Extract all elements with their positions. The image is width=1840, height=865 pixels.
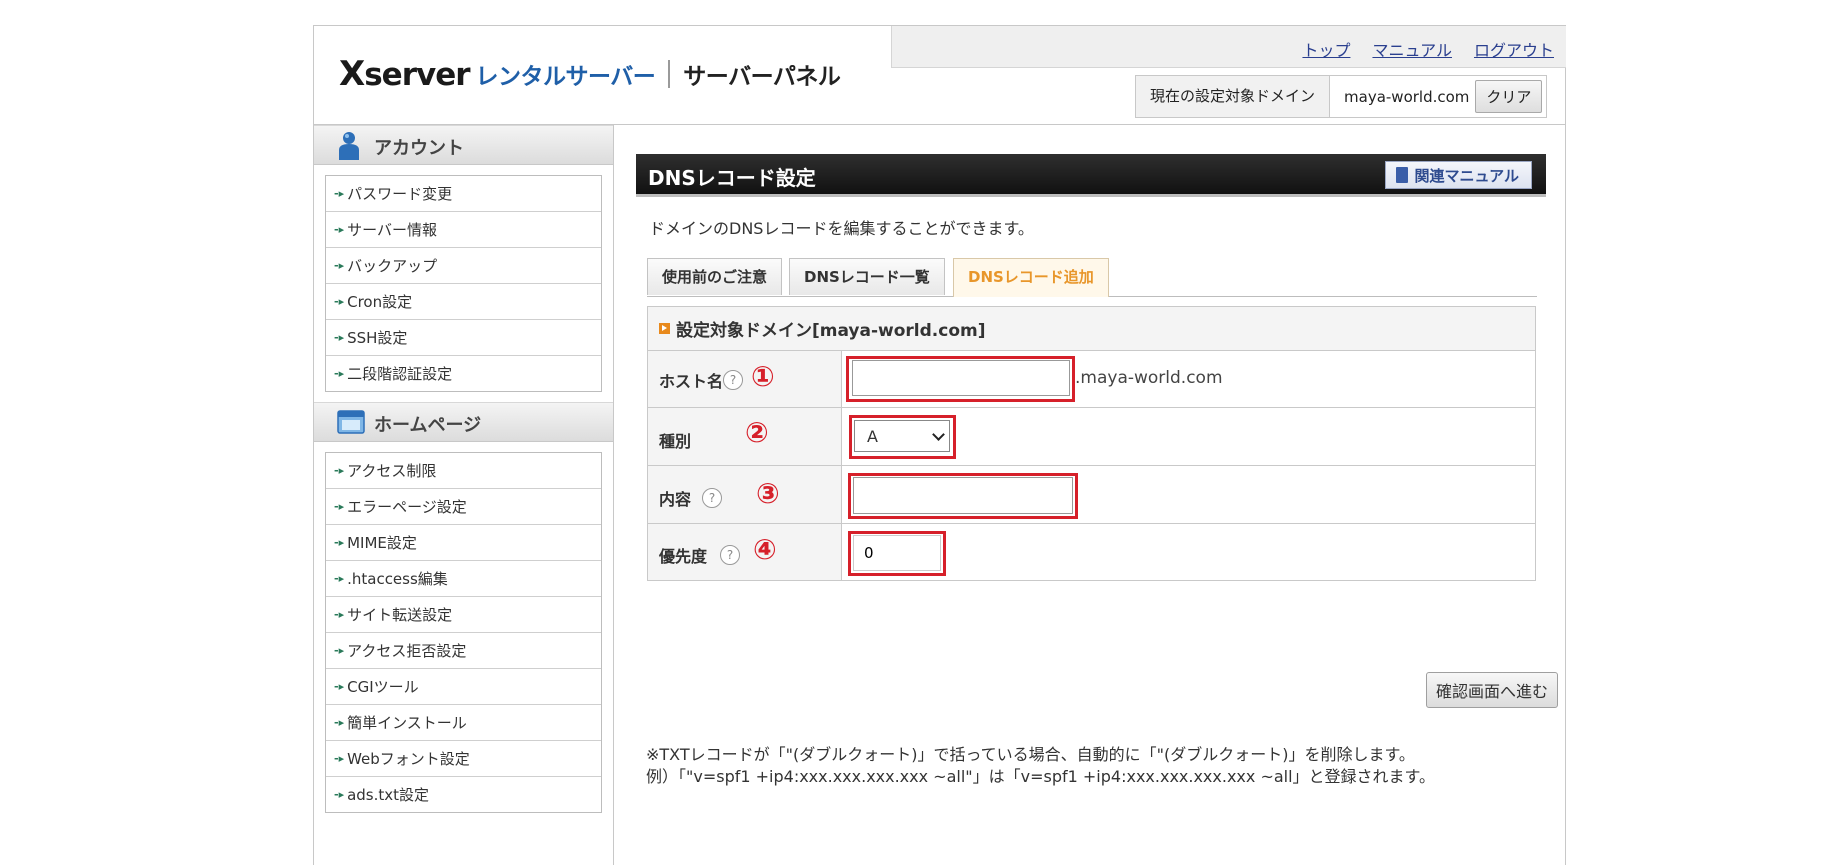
content-input[interactable]	[853, 477, 1073, 514]
arrow-icon: -▸	[334, 680, 345, 693]
page-title: DNSレコード設定	[648, 166, 816, 190]
sidebar-account-menu: -▸ パスワード変更 -▸ サーバー情報 -▸ バックアップ -▸ Cron設定 -▸ S…	[325, 175, 602, 392]
play-marker-icon	[659, 323, 670, 334]
label-priority: 優先度 ? ④	[648, 524, 842, 580]
sidebar-homepage-menu: -▸ アクセス制限 -▸ エラーページ設定 -▸ MIME設定 -▸ .htaccess…	[325, 452, 602, 813]
help-icon[interactable]: ?	[720, 545, 740, 565]
main-content: DNSレコード設定 関連マニュアル ドメインのDNSレコードを編集することができ…	[614, 125, 1565, 865]
step-number-4: ④	[753, 533, 777, 566]
help-icon[interactable]: ?	[723, 370, 743, 390]
arrow-icon: -▸	[334, 536, 345, 549]
sidebar-item-access-deny[interactable]: -▸ アクセス拒否設定	[326, 633, 601, 669]
sidebar-item-site-redirect[interactable]: -▸ サイト転送設定	[326, 597, 601, 633]
header: Xserver レンタルサーバー サーバーパネル トップ マニュアル ログアウト…	[314, 26, 1566, 125]
related-manual-button[interactable]: 関連マニュアル	[1385, 161, 1532, 189]
sidebar-section-account-title: アカウント	[374, 138, 464, 159]
sidebar-item-ads-txt[interactable]: -▸ ads.txt設定	[326, 777, 601, 812]
book-icon	[1396, 167, 1409, 183]
arrow-icon: -▸	[334, 572, 345, 585]
tab-dns-record-list[interactable]: DNSレコード一覧	[789, 258, 945, 295]
step-number-1: ①	[751, 360, 775, 393]
logo-rental: レンタルサーバー	[475, 64, 656, 90]
value-type: A	[842, 408, 1535, 465]
txt-record-note: ※TXTレコードが「"(ダブルクォート)」で括っている場合、自動的に「"(ダブル…	[646, 744, 1435, 788]
arrow-icon: -▸	[334, 464, 345, 477]
label-type: 種別 ②	[648, 408, 842, 465]
sidebar-item-password[interactable]: -▸ パスワード変更	[326, 176, 601, 212]
proceed-to-confirm-button[interactable]: 確認画面へ進む	[1426, 672, 1559, 708]
arrow-icon: -▸	[334, 259, 345, 272]
sidebar-item-cron[interactable]: -▸ Cron設定	[326, 284, 601, 320]
dns-record-form: 設定対象ドメイン[maya-world.com] ホスト名 ? ① .maya-…	[647, 306, 1536, 581]
window-icon	[336, 408, 366, 440]
sidebar-item-mime[interactable]: -▸ MIME設定	[326, 525, 601, 561]
clear-button[interactable]: クリア	[1475, 80, 1543, 113]
current-domain-value: maya-world.com	[1344, 87, 1470, 106]
tab-bar: 使用前のご注意 DNSレコード一覧 DNSレコード追加	[647, 258, 1537, 297]
value-hostname: .maya-world.com	[842, 351, 1535, 407]
hostname-input[interactable]	[852, 360, 1070, 396]
sidebar-item-backup[interactable]: -▸ バックアップ	[326, 248, 601, 284]
priority-input[interactable]	[853, 535, 941, 571]
arrow-icon: -▸	[334, 716, 345, 729]
arrow-icon: -▸	[334, 752, 345, 765]
arrow-icon: -▸	[334, 223, 345, 236]
top-nav-bar: トップ マニュアル ログアウト	[891, 26, 1566, 68]
row-priority: 優先度 ? ④	[648, 524, 1535, 580]
sidebar-item-access-restriction[interactable]: -▸ アクセス制限	[326, 453, 601, 489]
logo-separator	[668, 60, 671, 88]
note-line-2: 例）「"v=spf1 +ip4:xxx.xxx.xxx.xxx ~all"」は「…	[646, 767, 1435, 786]
help-icon[interactable]: ?	[702, 488, 722, 508]
top-nav: トップ マニュアル ログアウト	[1302, 37, 1554, 61]
arrow-icon: -▸	[334, 500, 345, 513]
value-priority	[842, 524, 1535, 580]
sidebar-item-cgi-tool[interactable]: -▸ CGIツール	[326, 669, 601, 705]
arrow-icon: -▸	[334, 644, 345, 657]
control-panel-frame: Xserver レンタルサーバー サーバーパネル トップ マニュアル ログアウト…	[313, 25, 1566, 865]
arrow-icon: -▸	[334, 295, 345, 308]
note-line-1: ※TXTレコードが「"(ダブルクォート)」で括っている場合、自動的に「"(ダブル…	[646, 745, 1415, 764]
page-title-bar: DNSレコード設定 関連マニュアル	[636, 154, 1546, 197]
sidebar-item-web-font[interactable]: -▸ Webフォント設定	[326, 741, 601, 777]
arrow-icon: -▸	[334, 331, 345, 344]
step-number-2: ②	[745, 416, 769, 449]
tab-precautions[interactable]: 使用前のご注意	[647, 258, 783, 295]
type-select[interactable]: A	[854, 420, 950, 452]
arrow-icon: -▸	[334, 187, 345, 200]
nav-top-link[interactable]: トップ	[1302, 37, 1350, 61]
current-domain-box: 現在の設定対象ドメイン maya-world.com クリア	[1135, 75, 1548, 118]
sidebar-section-homepage[interactable]: ホームページ	[314, 402, 613, 442]
current-domain-label: 現在の設定対象ドメイン	[1136, 76, 1331, 117]
tab-dns-record-add[interactable]: DNSレコード追加	[953, 258, 1109, 297]
chevron-down-icon	[932, 428, 945, 441]
arrow-icon: -▸	[334, 367, 345, 380]
arrow-icon: -▸	[334, 788, 345, 801]
nav-manual-link[interactable]: マニュアル	[1372, 37, 1452, 61]
logo-brand: Xserver	[339, 54, 471, 94]
sidebar-item-2fa[interactable]: -▸ 二段階認証設定	[326, 356, 601, 391]
label-hostname: ホスト名 ? ①	[648, 351, 842, 407]
arrow-icon: -▸	[334, 608, 345, 621]
row-type: 種別 ② A	[648, 408, 1535, 466]
logo-panel: サーバーパネル	[683, 64, 841, 90]
sidebar-item-error-page[interactable]: -▸ エラーページ設定	[326, 489, 601, 525]
sidebar-item-server-info[interactable]: -▸ サーバー情報	[326, 212, 601, 248]
sidebar-section-account[interactable]: アカウント	[314, 125, 613, 165]
step-number-3: ③	[756, 477, 780, 510]
sidebar-item-easy-install[interactable]: -▸ 簡単インストール	[326, 705, 601, 741]
sidebar-item-htaccess[interactable]: -▸ .htaccess編集	[326, 561, 601, 597]
value-content	[842, 466, 1535, 523]
user-icon	[336, 131, 362, 165]
page-description: ドメインのDNSレコードを編集することができます。	[649, 219, 1034, 238]
sidebar-section-homepage-title: ホームページ	[374, 415, 482, 436]
form-heading: 設定対象ドメイン[maya-world.com]	[648, 307, 1535, 351]
row-content: 内容 ? ③	[648, 466, 1535, 524]
label-content: 内容 ? ③	[648, 466, 842, 523]
row-hostname: ホスト名 ? ① .maya-world.com	[648, 351, 1535, 408]
xserver-logo[interactable]: Xserver レンタルサーバー サーバーパネル	[339, 54, 841, 94]
nav-logout-link[interactable]: ログアウト	[1474, 37, 1554, 61]
sidebar: アカウント -▸ パスワード変更 -▸ サーバー情報 -▸ バックアップ -▸ Cron…	[314, 125, 614, 865]
sidebar-item-ssh[interactable]: -▸ SSH設定	[326, 320, 601, 356]
hostname-suffix: .maya-world.com	[1075, 368, 1223, 388]
